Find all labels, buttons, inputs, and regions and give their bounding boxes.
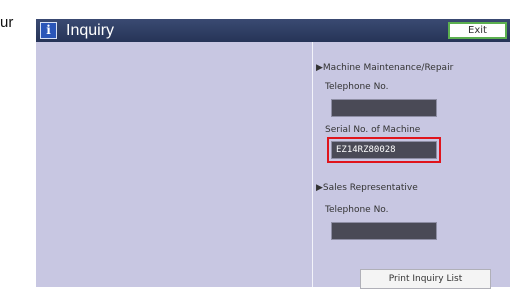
page-title: Inquiry (66, 22, 115, 39)
maintenance-section-heading: ▶Machine Maintenance/Repair (316, 63, 454, 73)
maintenance-telephone-field[interactable] (331, 99, 437, 117)
sales-section-heading: ▶Sales Representative (316, 183, 418, 193)
sales-telephone-label: Telephone No. (325, 205, 389, 215)
column-divider (312, 42, 313, 287)
triangle-bullet-icon: ▶ (316, 63, 323, 73)
exit-button[interactable]: Exit (448, 22, 507, 39)
print-inquiry-list-button[interactable]: Print Inquiry List (360, 269, 491, 289)
title-bar: i Inquiry Exit (36, 19, 510, 42)
serial-number-field[interactable]: EZ14RZ80028 (331, 141, 437, 159)
sales-telephone-field[interactable] (331, 222, 437, 240)
content-panel: ▶Machine Maintenance/Repair Telephone No… (36, 42, 510, 289)
maintenance-telephone-label: Telephone No. (325, 82, 389, 92)
serial-number-label: Serial No. of Machine (325, 125, 421, 135)
triangle-bullet-icon: ▶ (316, 183, 323, 193)
info-icon: i (40, 22, 57, 39)
partial-background-text: ur (0, 14, 14, 31)
